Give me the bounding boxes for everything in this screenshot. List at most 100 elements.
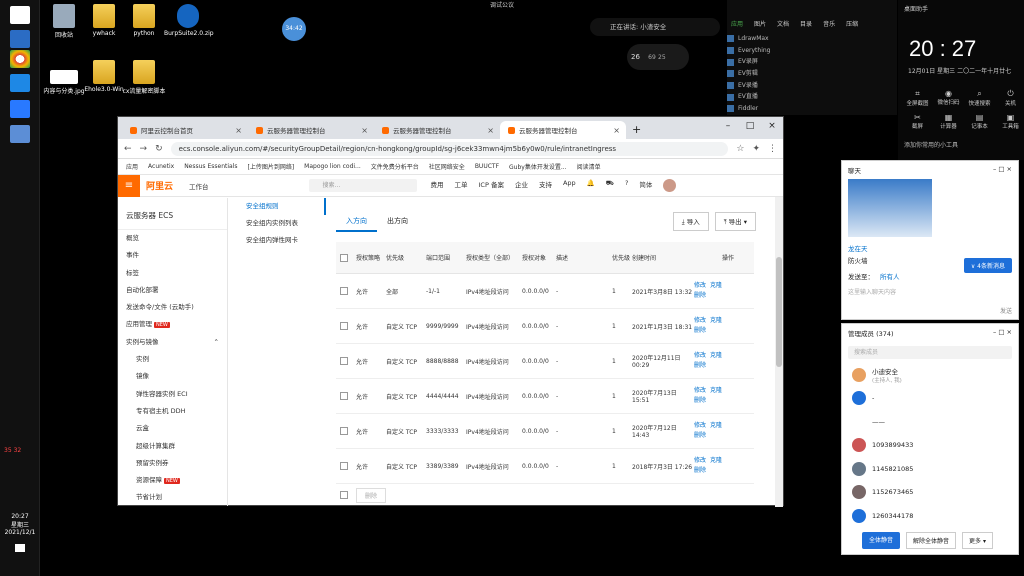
close-icon[interactable]: × [487,126,494,135]
help-icon[interactable]: ? [625,179,628,192]
sidebar-item-tags[interactable]: 标签 [118,265,227,282]
edit-link[interactable]: 修改 [694,387,706,394]
nav-support[interactable]: 支持 [539,179,552,192]
sp-app-item[interactable]: EV直播 [727,91,897,103]
desktop-icon-burpsuite[interactable]: BurpSuite2.0.zip [164,4,214,37]
sidebar-item-instances[interactable]: 实例 [118,351,227,368]
member-item[interactable]: 1260344178 [842,504,1018,528]
delete-link[interactable]: 删除 [694,292,706,299]
forward-icon[interactable]: → [140,144,148,154]
bookmark[interactable]: 阅读清单 [577,162,601,171]
row-checkbox[interactable] [340,322,348,330]
member-item[interactable]: 1145821085 [842,457,1018,481]
bookmark[interactable]: [上传图片到网络] [247,162,294,171]
export-button[interactable]: ⤒ 导出 ▾ [714,212,756,231]
desktop-icon-recycle[interactable]: 回收站 [42,4,86,39]
nav-icp[interactable]: ICP 备案 [479,179,504,192]
taskview-icon[interactable] [10,30,30,48]
send-button[interactable]: 发送 [1000,306,1012,315]
nav-ticket[interactable]: 工单 [455,179,468,192]
delete-link[interactable]: 删除 [694,467,706,474]
sp-app-item[interactable]: LdrawMax [727,33,897,45]
clone-link[interactable]: 克隆 [710,352,722,359]
meeting-icon[interactable] [10,100,30,118]
tool-notepad[interactable]: ▤ 记事本 [964,113,995,130]
edit-link[interactable]: 修改 [694,422,706,429]
sp-app-item[interactable]: EV剪辑 [727,68,897,80]
sp-tab-dirs[interactable]: 目录 [800,19,812,28]
desktop-icon-ehole[interactable]: Ehole3.0-Win [82,60,126,93]
bookmark[interactable]: Acunetix [148,163,174,170]
member-item[interactable]: 小迪安全 (主持人, 我) [842,363,1018,387]
tab-egress[interactable]: 出方向 [377,212,418,232]
tab-ingress[interactable]: 入方向 [336,212,377,232]
sp-app-item[interactable]: Everything [727,45,897,57]
sidebar-item-reservation[interactable]: 资源保障 NEW [118,472,227,489]
unmute-all-button[interactable]: 解除全体静音 [906,531,957,549]
member-item[interactable]: 1152673465 [842,481,1018,505]
delete-link[interactable]: 删除 [694,397,706,404]
tool-shutdown[interactable]: ⏻ 关机 [995,89,1024,107]
sp-tab-apps[interactable]: 应用 [731,19,743,28]
clone-link[interactable]: 克隆 [710,387,722,394]
bookmark[interactable]: 文件免费分析平台 [371,162,419,171]
bell-icon[interactable]: 🔔 [587,179,595,192]
delete-link[interactable]: 删除 [694,362,706,369]
edit-link[interactable]: 修改 [694,282,706,289]
clone-link[interactable]: 克隆 [710,282,722,289]
weather-widget[interactable]: 26 69 25 [627,44,689,70]
sp-app-item[interactable]: Fiddler [727,103,897,115]
bookmark[interactable]: 应用 [126,162,138,171]
desktop-icon-python[interactable]: python [122,4,166,37]
start-icon[interactable] [10,6,30,24]
sp-app-item[interactable]: EV录屏 [727,56,897,68]
import-button[interactable]: ⤓ 导入 [672,212,709,231]
sp-tab-images[interactable]: 图片 [754,19,766,28]
send-to-select[interactable]: 所有人 [880,271,900,281]
select-all-checkbox[interactable] [340,253,348,262]
computer-icon[interactable] [10,125,30,143]
reload-icon[interactable]: ↻ [155,144,163,154]
tool-screenshot[interactable]: ⌗ 全屏截图 [902,89,933,107]
app-icon[interactable] [10,74,30,92]
subnav-rules[interactable]: 安全组规则 [236,198,326,215]
sidebar-group-instances[interactable]: 实例与镜像 ⌃ [118,334,227,351]
nav-app[interactable]: App [563,179,576,192]
desktop-icon-jpg[interactable]: 内容与分类.jpg [42,70,86,95]
sp-tab-docs[interactable]: 文档 [777,19,789,28]
notification-icon[interactable] [15,544,25,552]
edit-link[interactable]: 修改 [694,457,706,464]
close-icon[interactable]: × [235,126,242,135]
star-icon[interactable]: ☆ [736,144,744,154]
sidebar-item-deploy[interactable]: 自动化部署 [118,282,227,299]
member-search[interactable]: 搜索成员 [848,346,1012,359]
row-checkbox[interactable] [340,357,348,365]
edit-link[interactable]: 修改 [694,317,706,324]
member-item[interactable]: - [842,387,1018,411]
mute-all-button[interactable]: 全体静音 [862,531,901,549]
desktop-icon-cx[interactable]: cx流量解密脚本 [122,60,166,95]
window-controls[interactable]: – □ × [993,328,1012,336]
chat-input[interactable]: 这里输入聊天内容 [842,285,1018,298]
lang-switch[interactable]: 简体 [639,179,652,192]
maximize-button[interactable]: □ [739,117,761,135]
edit-link[interactable]: 修改 [694,352,706,359]
bookmark[interactable]: Guby集体开发设置... [509,162,567,171]
browser-tab[interactable]: 云服务器管理控制台 × [248,121,374,139]
delete-link[interactable]: 删除 [694,327,706,334]
scroll-thumb[interactable] [776,257,782,367]
sidebar-item-savings[interactable]: 节省计划 [118,489,227,506]
close-icon[interactable]: × [361,126,368,135]
tool-capture[interactable]: ✂ 截屏 [902,113,933,130]
avatar[interactable] [663,179,677,192]
nav-fee[interactable]: 费用 [431,179,444,192]
sidebar-item-ddh[interactable]: 专有宿主机 DDH [118,403,227,420]
row-checkbox[interactable] [340,392,348,400]
sidebar-item-ri[interactable]: 预留实例券 [118,455,227,472]
desktop-icon-ywhack[interactable]: ywhack [82,4,126,37]
system-clock[interactable]: 20:27 星期三 2021/12/1 [0,513,40,552]
sidebar-item-cloud-assistant[interactable]: 发送命令/文件 (云助手) [118,299,227,316]
minimize-button[interactable]: – [717,117,739,135]
sidebar-item-eci[interactable]: 弹性容器实例 ECI [118,386,227,403]
bookmark[interactable]: Mapogo lion codi... [304,163,361,170]
